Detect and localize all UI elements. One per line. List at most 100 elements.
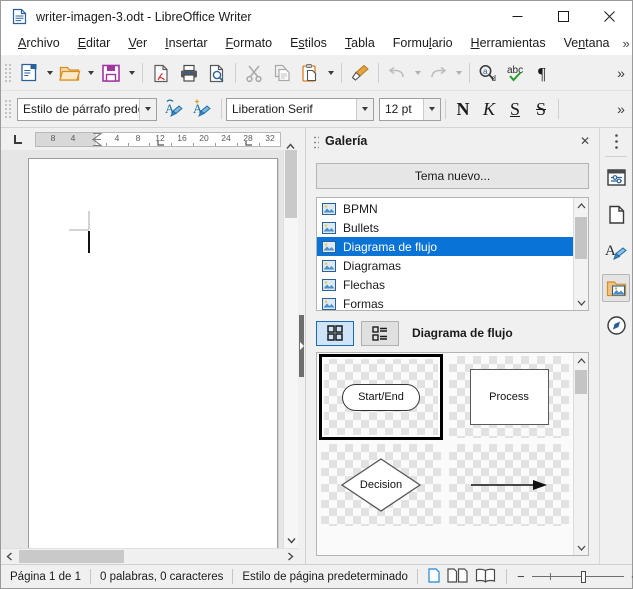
font-name-dropdown-icon[interactable] bbox=[356, 98, 373, 120]
tab-stop-left-icon[interactable] bbox=[1, 128, 35, 150]
page-info[interactable]: Página 1 de 1 bbox=[1, 565, 90, 589]
deck-grip[interactable] bbox=[312, 133, 319, 149]
copy-icon[interactable] bbox=[268, 59, 296, 87]
pilcrow-icon[interactable]: ¶ bbox=[530, 59, 558, 87]
redo-dropdown[interactable] bbox=[452, 59, 465, 87]
save-doc-dropdown[interactable] bbox=[125, 59, 138, 87]
word-count[interactable]: 0 palabras, 0 caracteres bbox=[91, 565, 232, 589]
abc-spellcheck-icon[interactable]: abc bbox=[502, 59, 530, 87]
navigator-compass-icon[interactable] bbox=[602, 311, 630, 339]
pdf-icon[interactable] bbox=[147, 59, 175, 87]
paintbrush-icon[interactable] bbox=[346, 59, 374, 87]
hscroll-thumb[interactable] bbox=[19, 550, 124, 563]
sidebar-settings-dots-icon[interactable] bbox=[600, 128, 632, 154]
tab-stop-marker[interactable] bbox=[245, 138, 253, 147]
menu-editar[interactable]: Editar bbox=[69, 34, 120, 53]
gallery-scroll-track[interactable] bbox=[574, 368, 588, 540]
horizontal-ruler[interactable]: 8 4 4 8 12 16 20 24 28 32 36 bbox=[35, 131, 281, 147]
document-canvas[interactable] bbox=[1, 150, 283, 548]
standard-toolbar-overflow[interactable]: » bbox=[610, 59, 632, 87]
grid-view-icon[interactable] bbox=[316, 320, 354, 346]
paste-dropdown[interactable] bbox=[324, 59, 337, 87]
redo-arrow-icon[interactable] bbox=[424, 59, 452, 87]
gallery-item-grid[interactable]: Start/End Process Decision bbox=[316, 352, 589, 556]
gallery-item-process[interactable]: Process bbox=[445, 353, 573, 441]
minimize-button[interactable] bbox=[494, 1, 540, 32]
book-view-icon[interactable] bbox=[475, 568, 496, 586]
tab-stop-marker[interactable] bbox=[157, 138, 165, 147]
formatting-toolbar-overflow[interactable]: » bbox=[610, 95, 632, 123]
menu-formulario[interactable]: Formulario bbox=[384, 34, 462, 53]
open-folder-icon[interactable] bbox=[56, 59, 84, 87]
list-item-selected[interactable]: Diagrama de flujo bbox=[317, 237, 573, 256]
gallery-item-arrow[interactable] bbox=[445, 441, 573, 529]
font-name-combo[interactable]: Liberation Serif bbox=[226, 97, 374, 121]
strikethrough-button[interactable]: S bbox=[528, 96, 554, 122]
page-style[interactable]: Estilo de página predeterminado bbox=[233, 565, 417, 589]
vscroll-down-button[interactable] bbox=[284, 533, 298, 548]
document-horizontal-scrollbar[interactable] bbox=[1, 548, 298, 564]
hscroll-track[interactable] bbox=[17, 549, 282, 564]
menu-estilos[interactable]: Estilos bbox=[281, 34, 336, 53]
theme-scroll-thumb[interactable] bbox=[575, 217, 587, 259]
undo-dropdown[interactable] bbox=[411, 59, 424, 87]
hscroll-left-button[interactable] bbox=[1, 549, 17, 564]
page-icon[interactable] bbox=[602, 200, 630, 228]
document-page[interactable] bbox=[28, 158, 278, 548]
vscroll-track[interactable] bbox=[284, 150, 298, 533]
paragraph-style-combo[interactable]: Estilo de párrafo predet bbox=[17, 97, 157, 121]
clipboard-icon[interactable] bbox=[296, 59, 324, 87]
list-item[interactable]: Formas bbox=[317, 294, 573, 310]
new-doc-dropdown[interactable] bbox=[43, 59, 56, 87]
list-item[interactable]: Diagramas bbox=[317, 256, 573, 275]
print-preview-icon[interactable] bbox=[203, 59, 231, 87]
gallery-folder-icon[interactable] bbox=[602, 274, 630, 302]
menu-overflow-icon[interactable]: » bbox=[618, 36, 633, 51]
styles-brush-icon[interactable]: A bbox=[602, 237, 630, 265]
list-item[interactable]: Flechas bbox=[317, 275, 573, 294]
list-item[interactable]: BPMN bbox=[317, 199, 573, 218]
zoom-in-button[interactable]: + bbox=[629, 569, 633, 584]
zoom-slider[interactable] bbox=[531, 570, 624, 584]
new-style-icon[interactable]: A bbox=[189, 95, 217, 123]
underline-button[interactable]: S bbox=[502, 96, 528, 122]
document-vertical-scrollbar[interactable] bbox=[283, 150, 298, 548]
font-size-combo[interactable]: 12 pt bbox=[379, 97, 441, 121]
list-item[interactable]: Bullets bbox=[317, 218, 573, 237]
theme-list-scrollbar[interactable] bbox=[573, 198, 588, 310]
list-view-icon[interactable] bbox=[361, 320, 399, 346]
theme-scroll-track[interactable] bbox=[574, 213, 588, 295]
formatting-toolbar-grip[interactable] bbox=[3, 98, 12, 120]
close-button[interactable] bbox=[586, 1, 632, 32]
italic-button[interactable]: K bbox=[476, 96, 502, 122]
theme-scroll-down-button[interactable] bbox=[574, 295, 588, 310]
paragraph-style-dropdown-icon[interactable] bbox=[139, 98, 156, 120]
gallery-scroll-thumb[interactable] bbox=[575, 370, 587, 394]
menu-ver[interactable]: Ver bbox=[119, 34, 156, 53]
theme-scroll-up-button[interactable] bbox=[574, 198, 588, 213]
undo-arrow-icon[interactable] bbox=[383, 59, 411, 87]
printer-icon[interactable] bbox=[175, 59, 203, 87]
zoom-thumb[interactable] bbox=[580, 570, 586, 583]
vscroll-thumb[interactable] bbox=[285, 150, 297, 218]
new-theme-button[interactable]: Tema nuevo... bbox=[316, 163, 589, 189]
menu-ventana[interactable]: Ventana bbox=[555, 34, 619, 53]
scissors-icon[interactable] bbox=[240, 59, 268, 87]
indent-marker[interactable] bbox=[91, 132, 103, 146]
scroll-up-button[interactable] bbox=[283, 128, 298, 150]
save-floppy-icon[interactable] bbox=[97, 59, 125, 87]
bold-button[interactable]: N bbox=[450, 96, 476, 122]
update-style-icon[interactable]: A bbox=[161, 95, 189, 123]
menu-herramientas[interactable]: Herramientas bbox=[462, 34, 555, 53]
menu-tabla[interactable]: Tabla bbox=[336, 34, 384, 53]
menu-formato[interactable]: Formato bbox=[217, 34, 282, 53]
new-doc-icon[interactable] bbox=[15, 59, 43, 87]
hscroll-right-button[interactable] bbox=[282, 549, 298, 564]
close-icon[interactable]: ✕ bbox=[575, 131, 595, 151]
gallery-grid-scrollbar[interactable] bbox=[573, 353, 588, 555]
open-doc-dropdown[interactable] bbox=[84, 59, 97, 87]
sidebar-splitter-handle[interactable] bbox=[299, 315, 304, 377]
sidebar-splitter[interactable] bbox=[298, 128, 305, 564]
gallery-scroll-down-button[interactable] bbox=[574, 540, 588, 555]
zoom-out-button[interactable]: − bbox=[515, 569, 527, 584]
